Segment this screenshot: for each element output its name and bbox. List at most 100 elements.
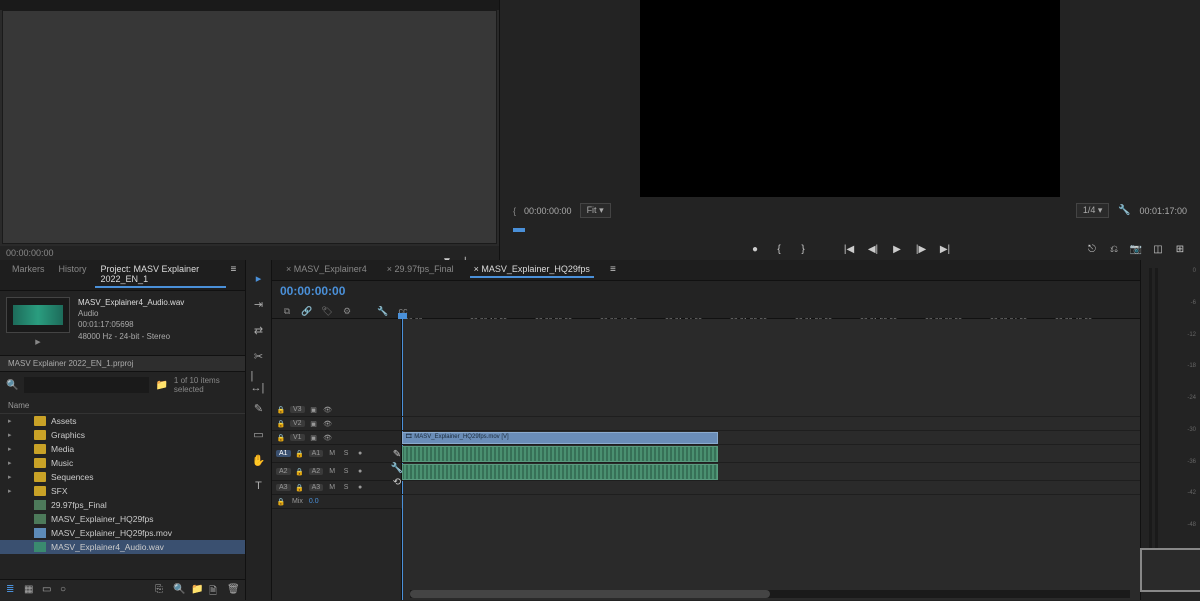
disclosure-icon[interactable]: ▸ [8,431,16,439]
razor-tool[interactable]: ✂ [251,348,267,364]
disclosure-icon[interactable]: ▸ [8,487,16,495]
video-track-header[interactable]: 🔒V2▣👁 [272,417,402,431]
rectangle-tool[interactable]: ▭ [251,426,267,442]
mute-button[interactable]: M [327,467,337,477]
disclosure-icon[interactable]: ▸ [8,473,16,481]
sequence-tab[interactable]: × 29.97fps_Final [383,262,458,278]
bin-row[interactable]: MASV_Explainer_HQ29fps [0,512,245,526]
icon-view-icon[interactable]: ▦ [24,584,36,596]
audio-track-header[interactable]: A1🔒A1MS● [272,445,402,463]
source-monitor[interactable] [2,10,497,244]
audio-track-lane[interactable] [402,481,1140,495]
tab-menu-icon[interactable]: ≡ [606,262,620,276]
toggle-output-icon[interactable]: ▣ [309,433,319,443]
new-bin-icon[interactable]: 📁 [155,380,167,391]
wrench-timeline-icon[interactable]: 🔧 [376,304,390,318]
zoom-fit-dropdown[interactable]: Fit ▾ [580,203,611,218]
project-search-input[interactable] [24,377,149,393]
source-patch[interactable]: A2 [276,468,291,475]
preview-play-icon[interactable]: ▶ [31,335,45,349]
video-track-header[interactable]: 🔒V3▣👁 [272,403,402,417]
track-label[interactable]: A3 [309,484,324,491]
clip-preview-thumb[interactable] [6,297,70,333]
automate-to-sequence-icon[interactable]: ⎘ [155,584,167,596]
video-track-lane[interactable] [402,403,1140,417]
video-track-lane[interactable] [402,417,1140,431]
solo-button[interactable]: S [341,449,351,459]
new-item-icon[interactable]: 🗎 [209,584,221,596]
freeform-view-icon[interactable]: ▭ [42,584,54,596]
mute-button[interactable]: M [327,483,337,493]
bin-row[interactable]: ▸Sequences [0,470,245,484]
marker-icon[interactable]: 🏷 [320,304,334,318]
audio-clip[interactable] [402,464,718,480]
timeline-timecode[interactable]: 00:00:00:00 [280,284,345,298]
audio-track-header[interactable]: A3🔒A3MS● [272,481,402,495]
track-label[interactable]: A2 [309,468,324,475]
bin-row[interactable]: MASV_Explainer_HQ29fps.mov [0,526,245,540]
track-label[interactable]: A1 [309,450,324,457]
go-to-in-button[interactable]: |◀ [842,242,856,256]
history-tab[interactable]: History [53,262,93,288]
lock-icon[interactable]: 🔒 [276,433,286,443]
lock-icon[interactable]: 🔒 [276,405,286,415]
mute-button[interactable]: M [327,449,337,459]
bin-row[interactable]: ▸Assets [0,414,245,428]
list-view-icon[interactable]: ≣ [6,584,18,596]
linked-selection-icon[interactable]: 🔗 [300,304,314,318]
export-frame-button[interactable]: 📷 [1129,242,1143,256]
ripple-edit-tool[interactable]: ⇄ [251,322,267,338]
eye-icon[interactable]: 👁 [323,405,333,415]
track-select-tool[interactable]: ⇥ [251,296,267,312]
slip-tool[interactable]: |↔| [251,374,267,390]
program-timecode-in[interactable]: 00:00:00:00 [524,206,572,216]
video-track-header[interactable]: 🔒V1▣👁 [272,431,402,445]
zoom-slider-icon[interactable]: ○ [60,584,72,596]
program-timecode-out[interactable]: 00:01:17:00 [1139,206,1187,216]
audio-track-header[interactable]: A2🔒A2MS● [272,463,402,481]
step-forward-button[interactable]: |▶ [914,242,928,256]
bin-row[interactable]: ▸SFX [0,484,245,498]
delete-icon[interactable]: 🗑 [227,584,239,596]
lift-button[interactable]: ⎋ [1085,242,1099,256]
disclosure-icon[interactable]: ▸ [8,445,16,453]
lock-icon[interactable]: 🔒 [295,483,305,493]
eye-icon[interactable]: 👁 [323,433,333,443]
resolution-dropdown[interactable]: 1/4 ▾ [1076,203,1110,218]
toggle-output-icon[interactable]: ▣ [309,405,319,415]
button-editor-button[interactable]: ⊞ [1173,242,1187,256]
program-monitor[interactable] [640,0,1060,197]
markers-tab[interactable]: Markers [6,262,51,288]
mark-out-button[interactable]: } [796,242,810,256]
selection-tool[interactable]: ▸ [251,270,267,286]
bin-row[interactable]: ▸Music [0,456,245,470]
sequence-tab[interactable]: × MASV_Explainer4 [282,262,371,278]
pen-tool[interactable]: ✎ [251,400,267,416]
settings-icon[interactable]: ⚙ [340,304,354,318]
source-patch[interactable]: A1 [276,450,291,457]
type-tool[interactable]: T [251,478,267,494]
bin-row[interactable]: MASV_Explainer4_Audio.wav [0,540,245,554]
column-header-name[interactable]: Name [0,398,245,414]
program-scrub-bar[interactable] [513,222,1187,236]
mix-track-header[interactable]: 🔒Mix0.0 [272,495,402,509]
solo-button[interactable]: S [341,467,351,477]
find-icon[interactable]: 🔍 [173,584,185,596]
record-icon[interactable]: ● [355,449,365,459]
audio-clip[interactable] [402,446,718,462]
record-icon[interactable]: ● [355,467,365,477]
mix-value[interactable]: 0.0 [309,498,319,505]
timeline-hscroll[interactable] [410,590,1130,598]
source-patch[interactable]: A3 [276,484,291,491]
add-marker-button[interactable]: ● [748,242,762,256]
lock-icon[interactable]: 🔒 [295,467,305,477]
new-bin-footer-icon[interactable]: 📁 [191,584,203,596]
track-label[interactable]: V2 [290,420,305,427]
play-button[interactable]: ▶ [890,242,904,256]
picture-in-picture-preview[interactable] [1140,548,1200,592]
disclosure-icon[interactable]: ▸ [8,417,16,425]
bin-row[interactable]: ▸Graphics [0,428,245,442]
lock-icon[interactable]: 🔒 [276,497,286,507]
lock-icon[interactable]: 🔒 [276,419,286,429]
video-clip[interactable]: 🎞 MASV_Explainer_HQ29fps.mov [V] [402,432,718,444]
